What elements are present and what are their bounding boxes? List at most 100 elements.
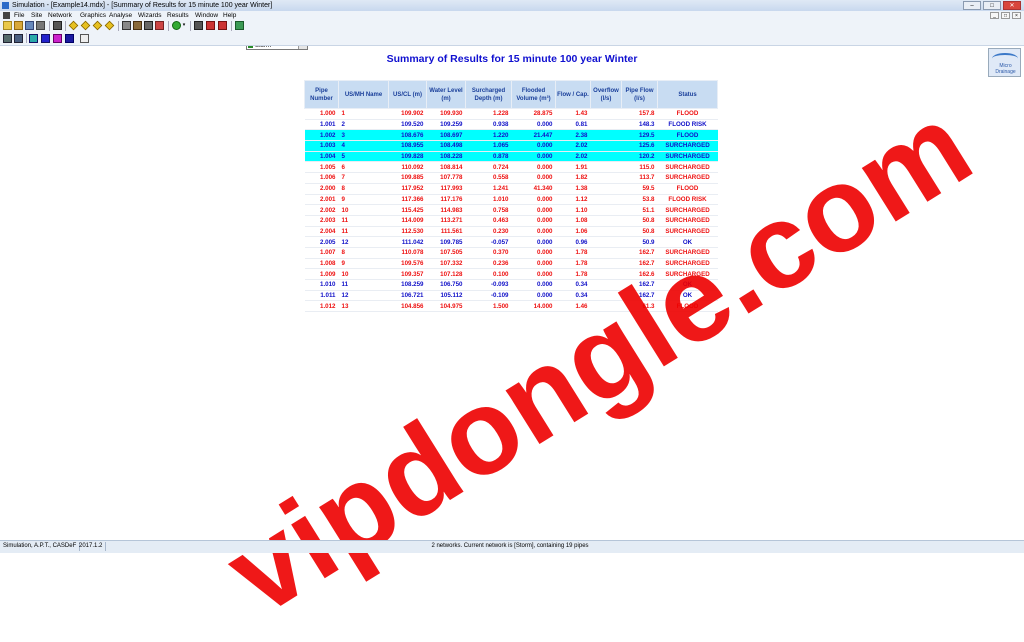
header-water-level[interactable]: Water Level (m) bbox=[426, 80, 466, 109]
list-view-icon[interactable] bbox=[14, 34, 23, 43]
sign-next-icon[interactable] bbox=[92, 20, 103, 31]
cell-us-cl: 110.092 bbox=[388, 161, 427, 174]
menu-help[interactable]: Help bbox=[223, 11, 236, 20]
maximize-button[interactable]: □ bbox=[983, 1, 1001, 10]
toolbar-separator bbox=[118, 21, 119, 31]
table-row[interactable]: 2.002 10 115.425 114.983 0.758 0.000 1.10 51.1 S… bbox=[304, 204, 718, 216]
dark-flag-icon[interactable] bbox=[65, 34, 74, 43]
cell-status: FLOOD RISK bbox=[657, 119, 718, 131]
table-row[interactable]: 2.004 11 112.530 111.561 0.230 0.000 1.06 50.8 S… bbox=[304, 226, 718, 238]
table-row[interactable]: 2.001 9 117.366 117.176 1.010 0.000 1.12 53.8 FL… bbox=[304, 194, 718, 206]
header-surcharged-depth[interactable]: Surcharged Depth (m) bbox=[465, 80, 512, 109]
cell-overflow bbox=[590, 129, 622, 142]
magenta-flag-icon[interactable] bbox=[53, 34, 62, 43]
table-row[interactable]: 1.002 3 108.676 108.697 1.220 21.447 2.38 129.5… bbox=[304, 129, 718, 142]
mdi-restore-button[interactable]: □ bbox=[1001, 12, 1010, 19]
table-row[interactable]: 1.008 9 109.576 107.332 0.236 0.000 1.78 162.7 S… bbox=[304, 258, 718, 270]
mdi-minimize-button[interactable]: _ bbox=[990, 12, 999, 19]
close-button[interactable]: ✕ bbox=[1003, 1, 1021, 10]
bar-graph-icon[interactable] bbox=[218, 21, 227, 30]
grid-icon[interactable] bbox=[53, 21, 62, 30]
cell-us-cl: 109.902 bbox=[388, 108, 427, 120]
menu-wizards[interactable]: Wizards bbox=[138, 11, 161, 20]
menu-results[interactable]: Results bbox=[167, 11, 189, 20]
cell-flow-cap: 2.02 bbox=[555, 151, 591, 163]
table-row[interactable]: 1.003 4 108.955 108.498 1.065 0.000 2.02 125.6 S… bbox=[304, 140, 718, 152]
properties-icon[interactable] bbox=[80, 34, 89, 43]
cell-overflow bbox=[590, 161, 622, 174]
table-row[interactable]: 1.005 6 110.092 108.814 0.724 0.000 1.91 115.0 S… bbox=[304, 161, 718, 174]
menu-window[interactable]: Window bbox=[195, 11, 218, 20]
window-title: Simulation - [Example14.mdx] - [Summary … bbox=[12, 2, 273, 9]
cell-pipe-flow: 120.2 bbox=[621, 151, 658, 163]
run-simulation-icon[interactable] bbox=[172, 21, 181, 30]
cell-us-mh-name: 7 bbox=[338, 172, 389, 184]
status-app-info: Simulation, A.P.T., CASDeF bbox=[0, 542, 81, 551]
cell-pipe-flow: 53.8 bbox=[621, 194, 658, 206]
cell-status: SURCHARGED bbox=[657, 140, 718, 152]
mdi-close-button[interactable]: × bbox=[1012, 12, 1021, 19]
header-flooded-volume[interactable]: Flooded Volume (m³) bbox=[511, 80, 556, 109]
cell-us-mh-name: 11 bbox=[338, 279, 389, 291]
table-row[interactable]: 1.011 12 106.721 105.112 -0.109 0.000 0.34 162.… bbox=[304, 290, 718, 302]
table-row[interactable]: 2.005 12 111.042 109.785 -0.057 0.000 0.96 50.9… bbox=[304, 236, 718, 248]
menu-analyse[interactable]: Analyse bbox=[109, 11, 132, 20]
menu-network[interactable]: Network bbox=[48, 11, 72, 20]
cell-surcharged-depth: 0.724 bbox=[465, 161, 512, 174]
cyan-flag-icon[interactable] bbox=[29, 34, 38, 43]
cell-flow-cap: 0.34 bbox=[555, 290, 591, 302]
cell-flooded-volume: 0.000 bbox=[511, 161, 556, 174]
header-pipe-number[interactable]: Pipe Number bbox=[304, 80, 339, 109]
cell-overflow bbox=[590, 258, 622, 270]
cell-us-mh-name: 13 bbox=[338, 300, 389, 313]
table-row[interactable]: 1.009 10 109.357 107.128 0.100 0.000 1.78 162.6… bbox=[304, 268, 718, 280]
header-us-mh-name[interactable]: US/MH Name bbox=[338, 80, 389, 109]
cell-flooded-volume: 0.000 bbox=[511, 172, 556, 184]
menu-file[interactable]: File bbox=[14, 11, 24, 20]
table-row[interactable]: 1.012 13 104.856 104.975 1.500 14.000 1.46 61.3… bbox=[304, 300, 718, 313]
menu-bar: File Site Network Graphics Analyse Wizar… bbox=[0, 11, 1024, 20]
save-icon[interactable] bbox=[25, 21, 34, 30]
cell-flooded-volume: 0.000 bbox=[511, 140, 556, 152]
header-us-cl[interactable]: US/CL (m) bbox=[388, 80, 427, 109]
cell-water-level: 107.128 bbox=[426, 268, 466, 280]
header-overflow[interactable]: Overflow (l/s) bbox=[590, 80, 622, 109]
print-icon[interactable] bbox=[36, 21, 45, 30]
sign-previous-icon[interactable] bbox=[80, 20, 91, 31]
chevron-down-icon[interactable]: ▾ bbox=[181, 21, 187, 30]
calculator-icon[interactable] bbox=[122, 21, 131, 30]
cell-pipe-flow: 129.5 bbox=[621, 129, 658, 142]
sign-last-icon[interactable] bbox=[104, 20, 115, 31]
header-pipe-flow[interactable]: Pipe Flow (l/s) bbox=[621, 80, 658, 109]
document-icon[interactable] bbox=[3, 12, 10, 19]
delete-icon[interactable] bbox=[155, 21, 164, 30]
open-folder-icon[interactable] bbox=[14, 21, 23, 30]
table-row[interactable]: 1.007 8 110.078 107.505 0.370 0.000 1.78 162.7 S… bbox=[304, 247, 718, 259]
header-flow-cap[interactable]: Flow / Cap. bbox=[555, 80, 591, 109]
table-row[interactable]: 1.000 1 109.902 109.930 1.228 28.875 1.43 157.8… bbox=[304, 108, 718, 120]
building-icon[interactable] bbox=[133, 21, 142, 30]
tree-view-icon[interactable] bbox=[3, 34, 12, 43]
table-row[interactable]: 1.010 11 108.259 106.750 -0.093 0.000 0.34 162.… bbox=[304, 279, 718, 291]
tools-icon[interactable] bbox=[144, 21, 153, 30]
table-row[interactable]: 1.006 7 109.885 107.778 0.558 0.000 1.82 113.7 S… bbox=[304, 172, 718, 184]
results-table-icon[interactable] bbox=[194, 21, 203, 30]
table-row[interactable]: 2.000 8 117.952 117.993 1.241 41.340 1.38 59.5 F… bbox=[304, 183, 718, 195]
cell-flooded-volume: 0.000 bbox=[511, 268, 556, 280]
table-row[interactable]: 1.001 2 109.520 109.259 0.938 0.000 0.81 148.3 F… bbox=[304, 119, 718, 131]
network-icon[interactable] bbox=[235, 21, 244, 30]
minimize-button[interactable]: – bbox=[963, 1, 981, 10]
cell-us-cl: 109.357 bbox=[388, 268, 427, 280]
table-row[interactable]: 1.004 5 109.828 108.228 0.878 0.000 2.02 120.2 S… bbox=[304, 151, 718, 163]
menu-site[interactable]: Site bbox=[31, 11, 42, 20]
status-version: 2017.1.2 bbox=[76, 542, 107, 551]
table-row[interactable]: 2.003 11 114.009 113.271 0.463 0.000 1.08 50.8 S… bbox=[304, 215, 718, 227]
cell-flooded-volume: 0.000 bbox=[511, 151, 556, 163]
blue-flag-icon[interactable] bbox=[41, 34, 50, 43]
header-status[interactable]: Status bbox=[657, 80, 718, 109]
menu-graphics[interactable]: Graphics bbox=[80, 11, 106, 20]
line-graph-icon[interactable] bbox=[206, 21, 215, 30]
new-file-icon[interactable] bbox=[3, 21, 12, 30]
cell-surcharged-depth: -0.109 bbox=[465, 290, 512, 302]
sign-first-icon[interactable] bbox=[68, 20, 79, 31]
